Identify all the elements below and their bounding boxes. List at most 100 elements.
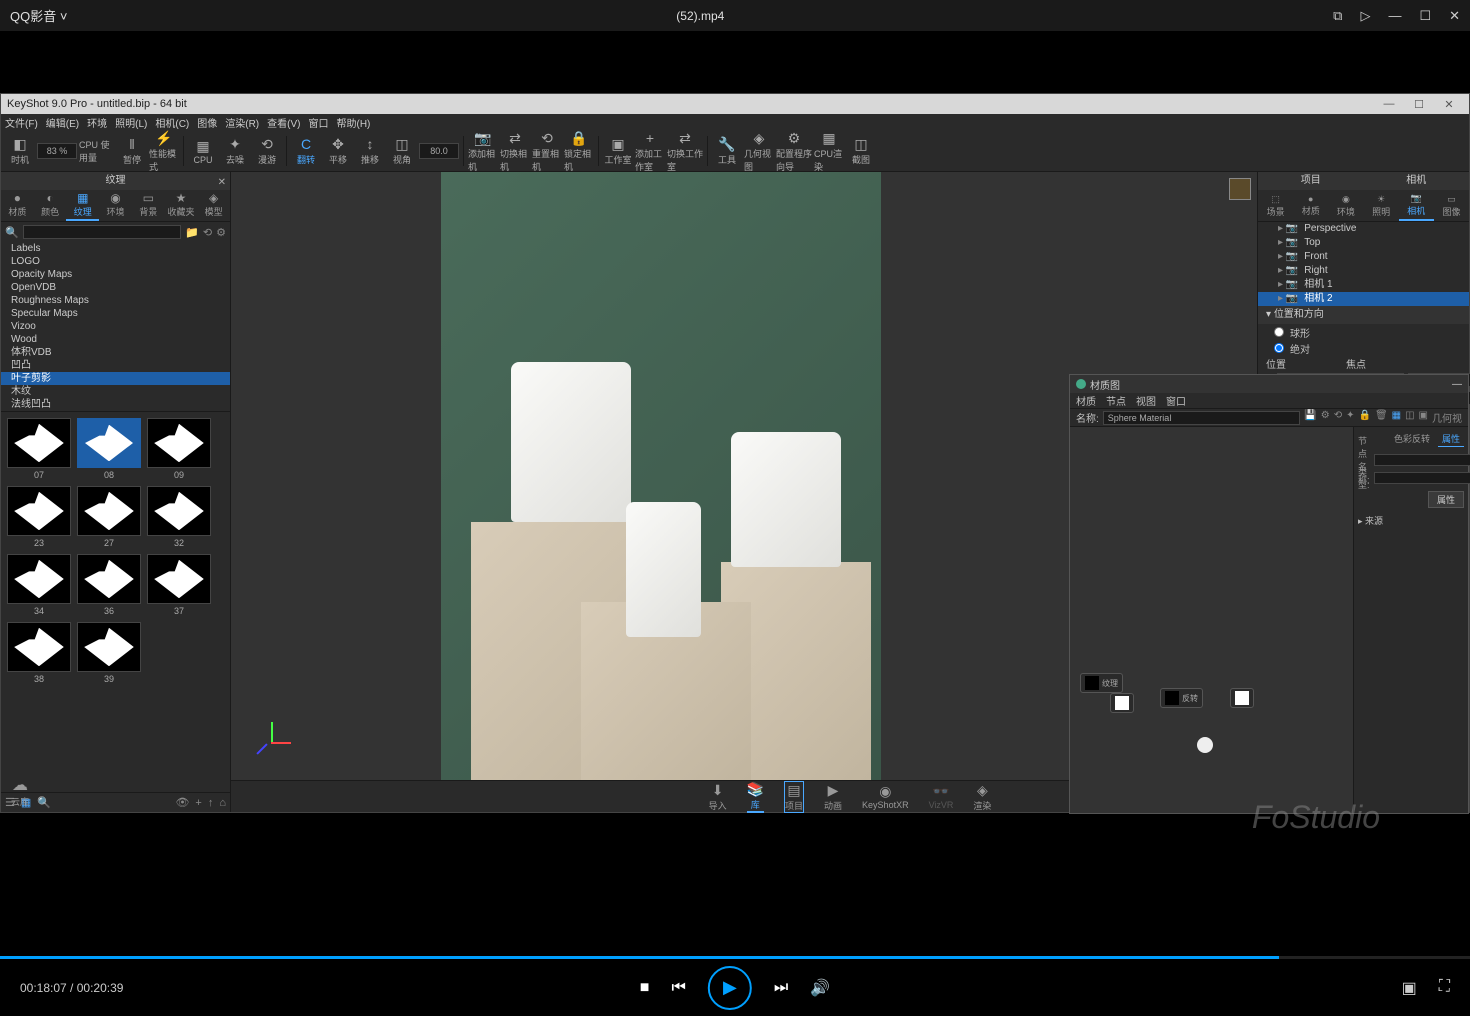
mat-menu-window[interactable]: 窗口 — [1166, 393, 1186, 408]
folder-item[interactable]: LOGO — [1, 255, 230, 268]
lock2-icon[interactable]: 🔒 — [1358, 410, 1370, 425]
folder-item[interactable]: Wood — [1, 333, 230, 346]
share-icon[interactable]: ▷ — [1360, 8, 1370, 24]
camera-item[interactable]: ▸ 📷相机 2 — [1258, 292, 1469, 306]
tb-config[interactable]: ⚙配置程序向导 — [776, 131, 812, 171]
box2-icon[interactable]: ▣ — [1419, 410, 1428, 425]
menu-image[interactable]: 图像 — [197, 115, 217, 130]
properties-button[interactable]: 属性 — [1428, 491, 1464, 508]
menu-camera[interactable]: 相机(C) — [155, 115, 189, 130]
prop-tab-props[interactable]: 属性 — [1438, 431, 1464, 447]
tab-backplates[interactable]: ▭背景 — [132, 190, 165, 221]
tb-cpu[interactable]: CPU 使用量 — [79, 131, 115, 171]
menu-env[interactable]: 环境 — [87, 115, 107, 130]
node-texture[interactable]: 纹理 — [1080, 673, 1123, 693]
prev-button[interactable]: ⏮ — [671, 979, 685, 997]
thumbnail[interactable]: 27 — [77, 486, 141, 548]
tb-screenshot[interactable]: ◫截图 — [846, 131, 876, 171]
folder-item[interactable]: Opacity Maps — [1, 268, 230, 281]
volume-button[interactable]: 🔊 — [810, 978, 830, 998]
tb-pan[interactable]: ✥平移 — [323, 131, 353, 171]
refresh-icon[interactable]: ⟲ — [203, 226, 212, 239]
source-section[interactable]: ▸ 来源 — [1358, 514, 1464, 527]
radio-sphere[interactable]: 球形 — [1258, 324, 1469, 340]
tb-perf[interactable]: ⚡性能模式 — [149, 131, 179, 171]
tb-geo[interactable]: ◈几何视图 — [744, 131, 774, 171]
refresh2-icon[interactable]: ⟲ — [1334, 410, 1342, 425]
settings-icon[interactable]: ⚙ — [216, 226, 226, 239]
node-image[interactable] — [1110, 693, 1134, 713]
thumbnail[interactable]: 09 — [147, 418, 211, 480]
folder-item[interactable]: 叶子剪影 — [1, 372, 230, 385]
grid-icon[interactable]: ▦ — [1392, 410, 1401, 425]
ptab-scene[interactable]: ⬚场景 — [1258, 190, 1293, 221]
close-icon[interactable]: ✕ — [1449, 8, 1460, 24]
folder-icon[interactable]: 📁 — [185, 226, 199, 239]
search-input[interactable] — [23, 225, 182, 239]
dock-library[interactable]: 📚库 — [747, 781, 764, 813]
ptab-image[interactable]: ▭图像 — [1434, 190, 1469, 221]
dock-xr[interactable]: ◉KeyShotXR — [862, 783, 909, 810]
thumbnail[interactable]: 39 — [77, 622, 141, 684]
menu-view[interactable]: 查看(V) — [267, 115, 300, 130]
menu-file[interactable]: 文件(F) — [5, 115, 38, 130]
thumbnail[interactable]: 36 — [77, 554, 141, 616]
folder-item[interactable]: Vizoo — [1, 320, 230, 333]
save-icon[interactable]: 💾 — [1304, 410, 1316, 425]
tb-roam[interactable]: ⟲漫游 — [252, 131, 282, 171]
thumbnail[interactable]: 38 — [7, 622, 71, 684]
radio-absolute[interactable]: 绝对 — [1258, 340, 1469, 356]
tab-materials[interactable]: ●材质 — [1, 190, 34, 221]
tb-denoise[interactable]: ✦去噪 — [220, 131, 250, 171]
tb-pause[interactable]: ‖暂停 — [117, 131, 147, 171]
tb-persp[interactable]: ◫视角 — [387, 131, 417, 171]
pip-icon[interactable]: ⧉ — [1333, 8, 1342, 24]
folder-item[interactable]: Specular Maps — [1, 307, 230, 320]
menu-light[interactable]: 照明(L) — [115, 115, 147, 130]
del-icon[interactable]: 🗑 — [1375, 410, 1388, 425]
folder-item[interactable]: Labels — [1, 242, 230, 255]
folder-item[interactable]: 法线凹凸 — [1, 398, 230, 411]
ks-minimize-icon[interactable]: — — [1375, 98, 1403, 111]
eye-icon[interactable]: 👁 — [175, 796, 189, 809]
menu-render[interactable]: 渲染(R) — [225, 115, 259, 130]
thumbnail[interactable]: 07 — [7, 418, 71, 480]
tb-studio[interactable]: ▣工作室 — [603, 131, 633, 171]
mat-menu-node[interactable]: 节点 — [1106, 393, 1126, 408]
angle-input[interactable] — [419, 143, 459, 159]
ks-close-icon[interactable]: ✕ — [1435, 98, 1463, 111]
tb-add-studio[interactable]: +添加工作室 — [635, 131, 665, 171]
player-app-name[interactable]: QQ影音 ˅ — [10, 6, 67, 25]
dock-animation[interactable]: ▶动画 — [824, 782, 842, 812]
tb-realtime[interactable]: ◧时机 — [5, 131, 35, 171]
close-panel-icon[interactable]: ✕ — [218, 174, 226, 192]
tb-tumble[interactable]: C翻转 — [291, 131, 321, 171]
mat-max-icon[interactable]: — — [1452, 379, 1462, 390]
gear-icon[interactable]: ⚙ — [1321, 410, 1330, 425]
tb-cpu2[interactable]: ▦CPU — [188, 131, 218, 171]
tab-environments[interactable]: ◉环境 — [99, 190, 132, 221]
ks-maximize-icon[interactable]: ☐ — [1405, 98, 1433, 111]
render-mode-icon[interactable] — [1229, 178, 1251, 200]
home-icon[interactable]: ⌂ — [219, 797, 226, 809]
play-button[interactable]: ▶ — [708, 966, 752, 1010]
zoom-icon[interactable]: 🔍 — [37, 796, 51, 809]
ptab-material[interactable]: ●材质 — [1293, 190, 1328, 221]
progress-bar[interactable] — [0, 956, 1470, 959]
ptab-light[interactable]: ☀照明 — [1364, 190, 1399, 221]
stop-button[interactable]: ■ — [640, 979, 650, 997]
camera-item[interactable]: ▸ 📷Top — [1258, 236, 1469, 250]
camera-item[interactable]: ▸ 📷Front — [1258, 250, 1469, 264]
mat-menu-material[interactable]: 材质 — [1076, 393, 1096, 408]
mat-menu-view[interactable]: 视图 — [1136, 393, 1156, 408]
node-mix[interactable] — [1230, 688, 1254, 708]
dock-project[interactable]: ▤项目 — [784, 781, 804, 813]
node-type-input[interactable] — [1374, 472, 1470, 484]
thumbnail[interactable]: 34 — [7, 554, 71, 616]
tab-textures[interactable]: ▦纹理 — [66, 190, 99, 221]
tb-add-cam[interactable]: 📷添加相机 — [468, 131, 498, 171]
tb-switch-studio[interactable]: ⇄切换工作室 — [667, 131, 703, 171]
folder-item[interactable]: 体积VDB — [1, 346, 230, 359]
thumbnail[interactable]: 08 — [77, 418, 141, 480]
box-icon[interactable]: ◫ — [1405, 410, 1414, 425]
